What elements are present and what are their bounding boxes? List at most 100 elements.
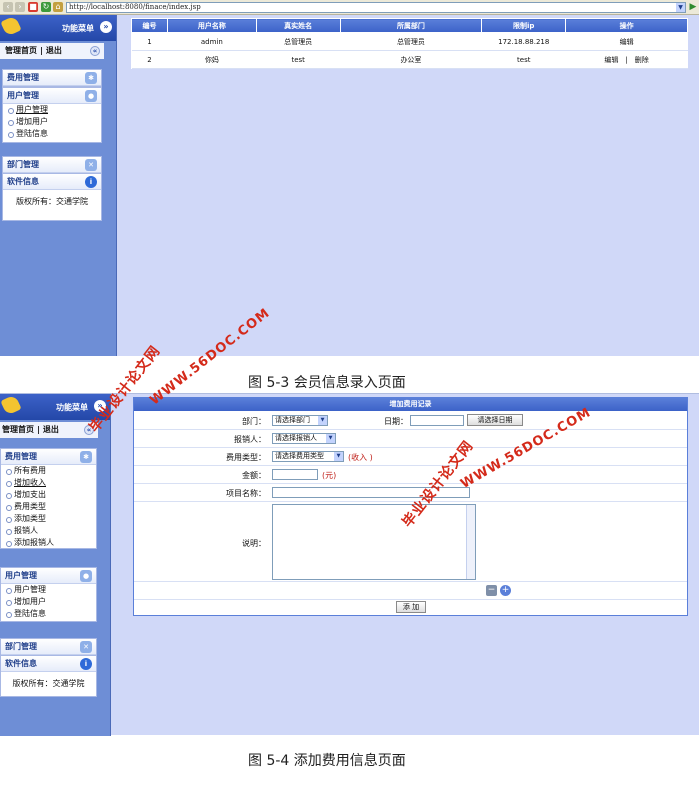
pen-icon — [0, 15, 22, 37]
panel-software: 软件信息 i 版权所有：交通学院 — [2, 173, 102, 221]
panel-expense: 费用管理 ✱ 所有费用 增加收入 增加支出 费用类型 添加类型 报销人 添加报销… — [0, 448, 97, 549]
panel-dept-header[interactable]: 部门管理 ✕ — [3, 157, 101, 173]
reimburser-select[interactable]: 请选择报销人 ▼ — [272, 433, 336, 444]
type-hint: (收入 ) — [348, 453, 373, 462]
panel-user-header[interactable]: 用户管理 ● — [1, 568, 96, 584]
sidebar-item-add-user[interactable]: 增加用户 — [1, 596, 96, 608]
amount-label: 金额： — [242, 471, 266, 480]
dept-select-value: 请选择部门 — [275, 416, 310, 424]
sidebar-item-reimbursers[interactable]: 报销人 — [1, 525, 96, 537]
panel-user-header[interactable]: 用户管理 ● — [3, 88, 101, 104]
sidebar-item-add-type[interactable]: 添加类型 — [1, 513, 96, 525]
sidebar-item-user-manage[interactable]: 用户管理 — [3, 104, 101, 116]
cell-ip: 172.18.88.218 — [481, 32, 566, 51]
sidebar-nav: 管理首页 | 退出 « — [0, 422, 98, 438]
panel-software-header[interactable]: 软件信息 i — [3, 174, 101, 190]
sidebar-item-add-expense[interactable]: 增加支出 — [1, 489, 96, 501]
sidebar-item-login-info[interactable]: 登陆信息 — [1, 608, 96, 620]
amount-input[interactable] — [272, 469, 318, 480]
form-row-amount: 金额： (元) — [134, 466, 687, 484]
dept-select[interactable]: 请选择部门 ▼ — [272, 415, 328, 426]
nav-home-link[interactable]: 管理首页 — [2, 425, 34, 434]
nav-logout-link[interactable]: 退出 — [43, 425, 59, 434]
panel-expense-title: 费用管理 — [7, 73, 39, 82]
type-select-value: 请选择费用类型 — [275, 452, 324, 460]
plus-icon[interactable]: + — [500, 585, 511, 596]
amount-hint: (元) — [322, 471, 337, 480]
project-label: 项目名称： — [226, 489, 266, 498]
panel-expense-header[interactable]: 费用管理 ✱ — [3, 70, 101, 86]
address-bar[interactable]: http://localhost:8080/finace/index.jsp ▼ — [66, 2, 686, 13]
address-url: http://localhost:8080/finace/index.jsp — [69, 3, 201, 11]
collapse-icon[interactable]: « — [90, 46, 100, 56]
sidebar-nav: 管理首页 | 退出 « — [0, 43, 104, 59]
user-icon: ● — [85, 90, 97, 102]
desc-label: 说明： — [242, 539, 266, 548]
refresh-icon[interactable]: ↻ — [41, 2, 51, 12]
tools-icon: ✕ — [85, 159, 97, 171]
cell-realname: test — [256, 50, 341, 69]
cell-id: 1 — [131, 32, 168, 51]
cell-username: 你妈 — [167, 50, 257, 69]
cell-id: 2 — [131, 50, 168, 69]
form-row-project: 项目名称： — [134, 484, 687, 502]
form-row-resize: − + — [134, 582, 687, 600]
home-icon[interactable]: ⌂ — [53, 2, 63, 12]
nav-home-link[interactable]: 管理首页 — [5, 46, 37, 55]
nav-separator: | — [40, 46, 43, 55]
back-icon[interactable]: ‹ — [3, 2, 13, 12]
chevron-down-icon: ▼ — [318, 416, 327, 425]
form-row-type: 费用类型： 请选择费用类型 ▼ (收入 ) — [134, 448, 687, 466]
sidebar-item-add-income[interactable]: 增加收入 — [1, 477, 96, 489]
sidebar-item-user-manage[interactable]: 用户管理 — [1, 584, 96, 596]
nav-logout-link[interactable]: 退出 — [46, 46, 62, 55]
desc-textarea[interactable] — [272, 504, 476, 580]
panel-dept-title: 部门管理 — [5, 642, 37, 651]
cell-username: admin — [167, 32, 257, 51]
sidebar: 功能菜单 » 管理首页 | 退出 « 费用管理 ✱ 用户管理 ● 用户管理 增加用户 — [0, 15, 117, 356]
cell-ops-edit-delete-links[interactable]: 编辑 | 删除 — [565, 50, 688, 69]
panel-software: 软件信息 i 版权所有：交通学院 — [0, 655, 97, 697]
panel-user-title: 用户管理 — [5, 571, 37, 580]
double-chevron-down-icon[interactable]: » — [100, 21, 112, 33]
sidebar-item-login-info[interactable]: 登陆信息 — [3, 128, 101, 140]
panel-software-title: 软件信息 — [5, 659, 37, 668]
sidebar: 功能菜单 » 管理首页 | 退出 « 费用管理 ✱ 所有费用 增加收入 增加支出 费… — [0, 394, 111, 736]
panel-dept-header[interactable]: 部门管理 ✕ — [1, 639, 96, 655]
col-header-realname: 真实姓名 — [255, 18, 341, 33]
table-row: 1 admin 总管理员 总管理员 172.18.88.218 编辑 — [131, 32, 688, 51]
textarea-scrollbar[interactable] — [466, 505, 475, 579]
panel-dept: 部门管理 ✕ — [0, 638, 97, 656]
sidebar-item-expense-types[interactable]: 费用类型 — [1, 501, 96, 513]
panel-software-header[interactable]: 软件信息 i — [1, 656, 96, 672]
panel-expense-title: 费用管理 — [5, 452, 37, 461]
stop-icon[interactable]: ■ — [28, 2, 38, 12]
forward-icon[interactable]: › — [15, 2, 25, 12]
cell-ip: test — [481, 50, 566, 69]
choose-date-button[interactable]: 请选择日期 — [467, 414, 523, 426]
panel-user-title: 用户管理 — [7, 91, 39, 100]
cell-ops-edit-link[interactable]: 编辑 — [565, 32, 688, 51]
pen-icon — [0, 394, 22, 416]
minus-icon[interactable]: − — [486, 585, 497, 596]
sidebar-item-all-expenses[interactable]: 所有费用 — [1, 465, 96, 477]
reimburser-select-value: 请选择报销人 — [275, 434, 317, 442]
sidebar-item-add-user[interactable]: 增加用户 — [3, 116, 101, 128]
table-row: 2 你妈 test 办公室 test 编辑 | 删除 — [131, 50, 688, 69]
figure-caption-5-3: 图 5-3 会员信息录入页面 — [248, 375, 406, 391]
go-icon[interactable]: ▶ — [688, 2, 698, 13]
chevron-down-icon: ▼ — [326, 434, 335, 443]
submit-add-button[interactable]: 添 加 — [396, 601, 426, 613]
panel-expense-header[interactable]: 费用管理 ✱ — [1, 449, 96, 465]
date-label: 日期： — [384, 417, 408, 426]
col-header-username: 用户名称 — [166, 18, 257, 33]
form-title: 增加费用记录 — [134, 398, 687, 411]
chevron-down-icon[interactable]: ▼ — [676, 3, 685, 12]
date-input[interactable] — [410, 415, 464, 426]
sidebar-item-add-reimburser[interactable]: 添加报销人 — [1, 537, 96, 549]
copyright-text: 版权所有：交通学院 — [16, 197, 88, 206]
figure-caption-5-4: 图 5-4 添加费用信息页面 — [248, 753, 406, 769]
info-icon: i — [85, 176, 97, 188]
type-select[interactable]: 请选择费用类型 ▼ — [272, 451, 344, 462]
screenshot-add-expense: 功能菜单 » 管理首页 | 退出 « 费用管理 ✱ 所有费用 增加收入 增加支出 费… — [0, 393, 699, 736]
